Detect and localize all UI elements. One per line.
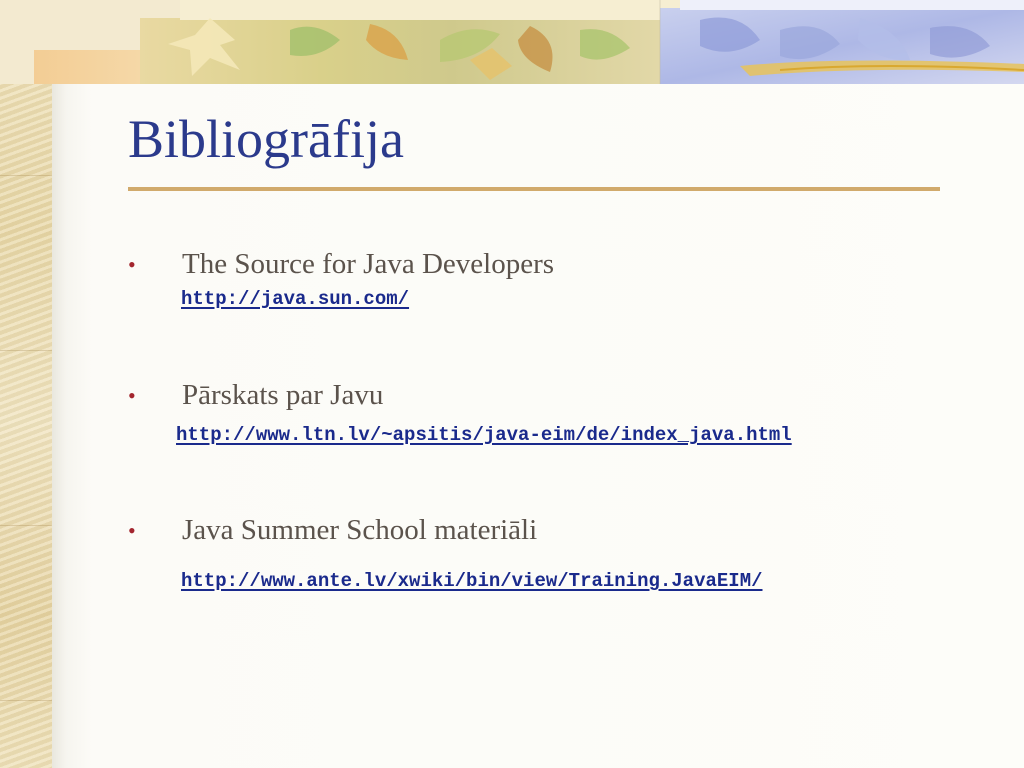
bibliography-link[interactable]: http://www.ante.lv/xwiki/bin/view/Traini… bbox=[181, 570, 763, 592]
parchment-border bbox=[0, 0, 52, 768]
bullet-marker: • bbox=[128, 252, 136, 277]
bibliography-entry-title: The Source for Java Developers bbox=[182, 248, 555, 280]
parchment-seam bbox=[0, 525, 52, 526]
leaf-collage-image bbox=[140, 0, 1024, 84]
bibliography-entry-title: Java Summer School materiāli bbox=[182, 514, 538, 546]
bibliography-entry-title: Pārskats par Javu bbox=[182, 379, 384, 411]
parchment-seam bbox=[0, 700, 52, 701]
bullet-marker: • bbox=[128, 383, 136, 408]
bibliography-link[interactable]: http://www.ltn.lv/~apsitis/java-eim/de/i… bbox=[176, 424, 792, 446]
slide-title: Bibliogrāfija bbox=[128, 109, 404, 169]
title-underline bbox=[128, 187, 940, 191]
decorative-banner bbox=[0, 0, 1024, 84]
bibliography-link[interactable]: http://java.sun.com/ bbox=[181, 288, 409, 310]
parchment-seam bbox=[0, 175, 52, 176]
bullet-marker: • bbox=[128, 518, 136, 543]
parchment-seam bbox=[0, 350, 52, 351]
